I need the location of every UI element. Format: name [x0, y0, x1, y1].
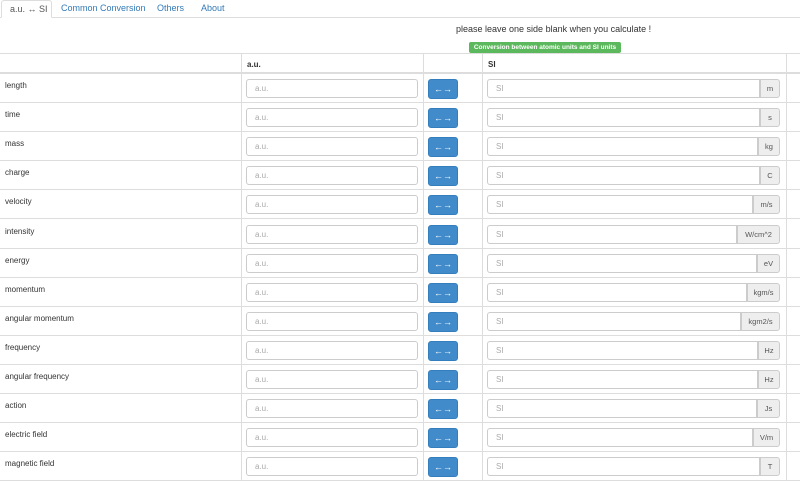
header-si: SI: [488, 60, 496, 69]
quantity-label: time: [5, 110, 21, 120]
quantity-label: energy: [5, 255, 30, 265]
au-input[interactable]: [246, 137, 418, 157]
convert-button[interactable]: ←→: [428, 428, 458, 449]
unit-addon: m/s: [753, 195, 780, 215]
header-au: a.u.: [247, 60, 261, 69]
au-input[interactable]: [246, 428, 418, 448]
table-row: length ←→ m: [0, 74, 800, 104]
quantity-label: length: [5, 81, 27, 90]
quantity-label: magnetic field: [5, 459, 55, 469]
convert-button[interactable]: ←→: [428, 370, 458, 390]
au-input[interactable]: [246, 311, 418, 331]
au-input[interactable]: [246, 282, 418, 302]
si-input[interactable]: [487, 370, 758, 389]
convert-button[interactable]: ←→: [428, 340, 458, 361]
convert-button[interactable]: ←→: [428, 311, 458, 332]
au-input[interactable]: [246, 399, 418, 419]
quantity-label: intensity: [5, 226, 35, 236]
conversion-badge: Conversion between atomic units and SI u…: [469, 42, 621, 53]
unit-addon: kg: [758, 137, 780, 157]
table-row: angular frequency ←→ Hz: [0, 365, 800, 395]
si-input[interactable]: [487, 282, 747, 302]
tab-common-conversion[interactable]: Common Conversion: [61, 0, 146, 18]
si-input[interactable]: [487, 428, 753, 448]
unit-addon: T: [760, 457, 780, 477]
quantity-label: frequency: [5, 342, 41, 352]
table-row: angular momentum ←→ kgm2/s: [0, 307, 800, 336]
quantity-label: momentum: [5, 284, 46, 294]
table-row: electric field ←→ V/m: [0, 423, 800, 453]
si-input[interactable]: [487, 195, 753, 215]
tab-au-si[interactable]: a.u. ↔ SI: [1, 0, 52, 18]
au-input[interactable]: [246, 224, 418, 244]
unit-addon: kgm2/s: [741, 311, 780, 331]
unit-addon: W/cm^2: [737, 224, 780, 244]
quantity-label: electric field: [5, 430, 48, 440]
table-row: charge ←→ C: [0, 161, 800, 191]
convert-button[interactable]: ←→: [428, 399, 458, 420]
table-row: magnetic field ←→ T: [0, 452, 800, 482]
unit-addon: kgm/s: [747, 282, 780, 302]
unit-addon: V/m: [753, 428, 780, 448]
convert-button[interactable]: ←→: [428, 79, 458, 99]
unit-addon: C: [760, 166, 780, 186]
si-input[interactable]: [487, 108, 760, 128]
unit-addon: s: [760, 108, 780, 128]
au-input[interactable]: [246, 166, 418, 186]
unit-addon: Hz: [758, 370, 780, 389]
tab-about[interactable]: About: [201, 0, 225, 18]
convert-button[interactable]: ←→: [428, 166, 458, 187]
au-input[interactable]: [246, 195, 418, 215]
table-row: mass ←→ kg: [0, 132, 800, 162]
table-header: a.u. SI: [0, 53, 800, 74]
convert-button[interactable]: ←→: [428, 137, 458, 158]
table-row: momentum ←→ kgm/s: [0, 278, 800, 307]
table-row: action ←→ Js: [0, 394, 800, 424]
si-input[interactable]: [487, 79, 760, 98]
quantity-label: velocity: [5, 197, 32, 207]
quantity-label: mass: [5, 139, 25, 149]
quantity-label: charge: [5, 168, 30, 178]
si-input[interactable]: [487, 253, 757, 273]
convert-button[interactable]: ←→: [428, 282, 458, 303]
convert-button[interactable]: ←→: [428, 253, 458, 274]
unit-addon: Js: [757, 399, 780, 419]
convert-button[interactable]: ←→: [428, 195, 458, 216]
convert-button[interactable]: ←→: [428, 224, 458, 245]
si-input[interactable]: [487, 137, 758, 157]
table-row: frequency ←→ Hz: [0, 336, 800, 365]
au-input[interactable]: [246, 79, 418, 98]
convert-button[interactable]: ←→: [428, 457, 458, 478]
au-input[interactable]: [246, 340, 418, 360]
tab-bar: a.u. ↔ SI Common Conversion Others About: [0, 0, 800, 18]
au-input[interactable]: [246, 108, 418, 128]
convert-button[interactable]: ←→: [428, 108, 458, 129]
au-input[interactable]: [246, 370, 418, 389]
quantity-label: angular frequency: [5, 372, 70, 381]
table-row: intensity ←→ W/cm^2: [0, 220, 800, 249]
unit-addon: m: [760, 79, 780, 98]
quantity-label: action: [5, 401, 27, 411]
unit-addon: eV: [757, 253, 780, 273]
si-input[interactable]: [487, 340, 758, 360]
table-row: energy ←→ eV: [0, 249, 800, 278]
si-input[interactable]: [487, 311, 741, 331]
table-row: time ←→ s: [0, 103, 800, 133]
au-input[interactable]: [246, 457, 418, 477]
si-input[interactable]: [487, 224, 737, 244]
si-input[interactable]: [487, 166, 760, 186]
instruction-text: please leave one side blank when you cal…: [456, 24, 652, 34]
quantity-label: angular momentum: [5, 313, 74, 323]
si-input[interactable]: [487, 457, 760, 477]
au-input[interactable]: [246, 253, 418, 273]
unit-addon: Hz: [758, 340, 780, 360]
tab-others[interactable]: Others: [157, 0, 184, 18]
table-row: velocity ←→ m/s: [0, 190, 800, 220]
si-input[interactable]: [487, 399, 757, 419]
